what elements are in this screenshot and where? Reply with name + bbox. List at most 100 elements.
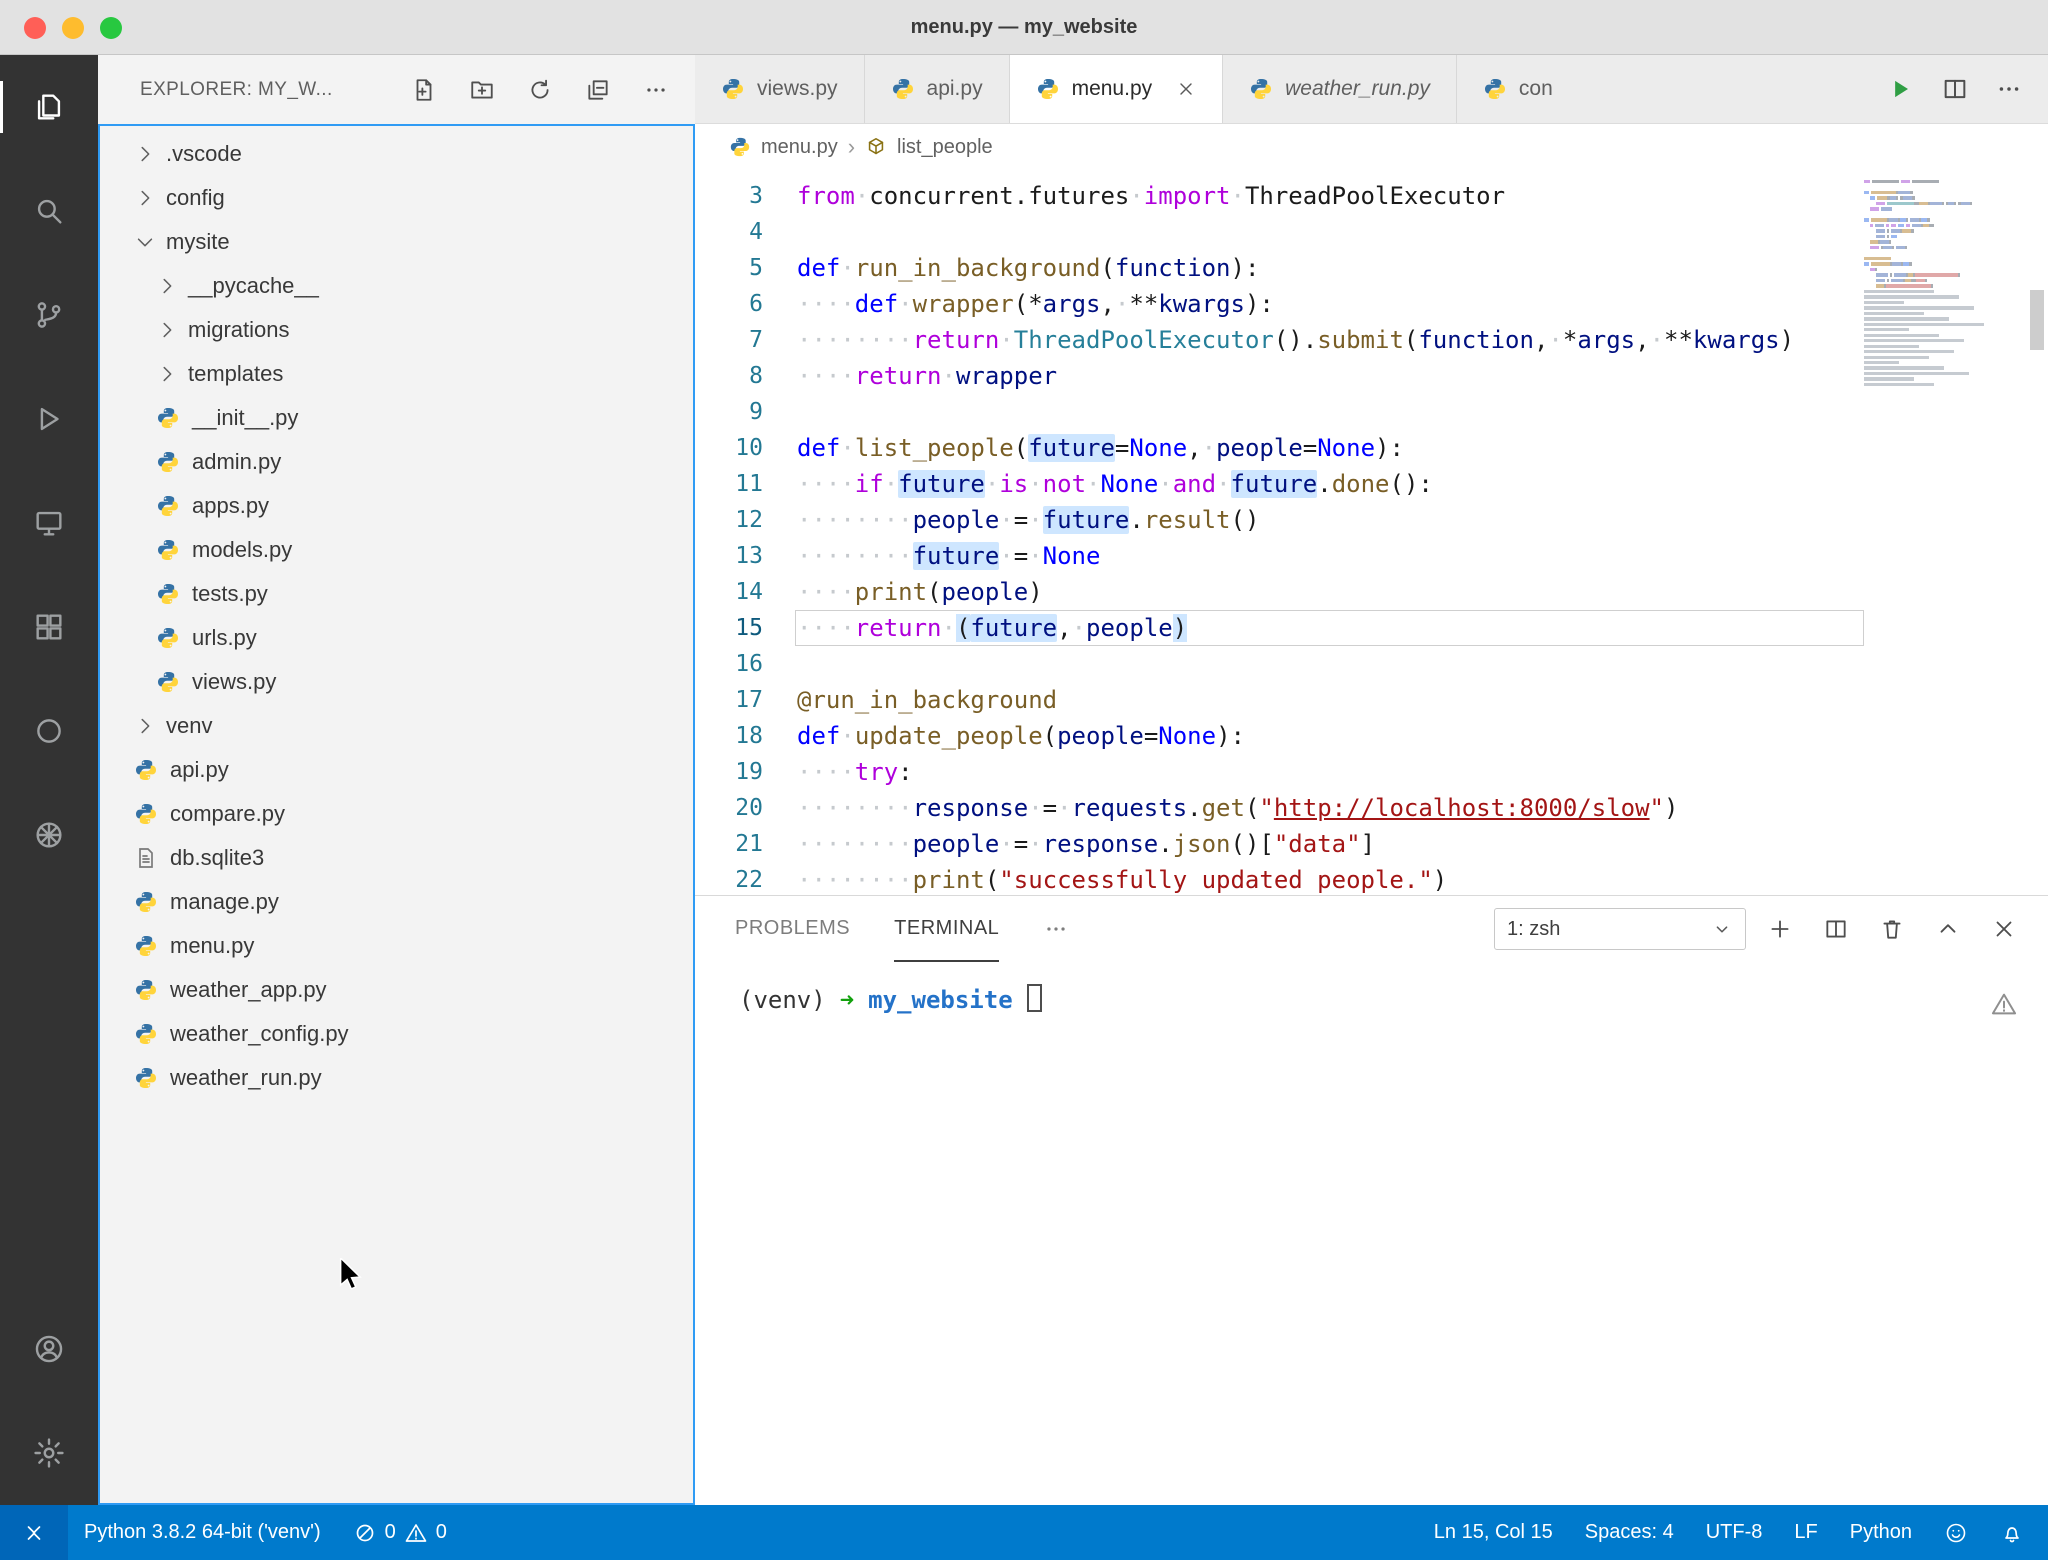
status-remote-window[interactable] xyxy=(0,1505,68,1560)
tree-item-compare.py[interactable]: compare.py xyxy=(100,792,693,836)
code-line-6[interactable]: 6····def·wrapper(*args,·**kwargs): xyxy=(695,286,1864,322)
tree-item-urls.py[interactable]: urls.py xyxy=(100,616,693,660)
status-eol[interactable]: LF xyxy=(1778,1505,1833,1560)
line-content[interactable]: ····return·wrapper xyxy=(795,358,1864,394)
tree-item-models.py[interactable]: models.py xyxy=(100,528,693,572)
tree-item-admin.py[interactable]: admin.py xyxy=(100,440,693,484)
close-tab-icon[interactable] xyxy=(1176,79,1196,99)
status-indentation[interactable]: Spaces: 4 xyxy=(1569,1505,1690,1560)
tree-item-weather_run.py[interactable]: weather_run.py xyxy=(100,1056,693,1100)
line-content[interactable]: from·concurrent.futures·import·ThreadPoo… xyxy=(795,178,1864,214)
line-content[interactable]: @run_in_background xyxy=(795,682,1864,718)
breadcrumb-symbol[interactable]: list_people xyxy=(897,136,993,159)
new-folder-button[interactable] xyxy=(455,67,509,113)
line-content[interactable]: ········future·=·None xyxy=(795,538,1864,574)
code-line-10[interactable]: 10def·list_people(future=None,·people=No… xyxy=(695,430,1864,466)
tree-item-config[interactable]: config xyxy=(100,176,693,220)
tree-item-mysite[interactable]: mysite xyxy=(100,220,693,264)
activity-item-circle-tool[interactable] xyxy=(0,679,98,783)
tab-weather_run.py[interactable]: weather_run.py xyxy=(1223,55,1457,123)
code-line-16[interactable]: 16 xyxy=(695,646,1864,682)
status-cursor-position[interactable]: Ln 15, Col 15 xyxy=(1418,1505,1569,1560)
line-content[interactable]: ····try: xyxy=(795,754,1864,790)
code-line-4[interactable]: 4 xyxy=(695,214,1864,250)
line-content[interactable]: ····return·(future,·people) xyxy=(795,610,1864,646)
code-line-17[interactable]: 17@run_in_background xyxy=(695,682,1864,718)
code-line-11[interactable]: 11····if·future·is·not·None·and·future.d… xyxy=(695,466,1864,502)
panel-tab-problems[interactable]: PROBLEMS xyxy=(735,896,850,962)
tree-item-weather_app.py[interactable]: weather_app.py xyxy=(100,968,693,1012)
zoom-window-button[interactable] xyxy=(100,17,122,39)
minimize-window-button[interactable] xyxy=(62,17,84,39)
tab-api.py[interactable]: api.py xyxy=(865,55,1010,123)
activity-item-extensions[interactable] xyxy=(0,575,98,679)
tree-item-migrations[interactable]: migrations xyxy=(100,308,693,352)
kill-terminal-button[interactable] xyxy=(1870,907,1914,951)
line-content[interactable] xyxy=(795,394,1864,430)
editor-scrollbar[interactable] xyxy=(2030,290,2044,350)
terminal[interactable]: (venv)➜my_website xyxy=(695,962,2048,1505)
code-line-15[interactable]: 15····return·(future,·people) xyxy=(695,610,1864,646)
breadcrumb-file[interactable]: menu.py xyxy=(761,136,838,159)
more-actions-button[interactable] xyxy=(629,67,683,113)
line-content[interactable]: ····print(people) xyxy=(795,574,1864,610)
run-python-file-button[interactable] xyxy=(1878,66,1924,112)
status-language-mode[interactable]: Python xyxy=(1834,1505,1928,1560)
status-notifications[interactable] xyxy=(1984,1505,2040,1560)
line-content[interactable]: ········people·=·response.json()["data"] xyxy=(795,826,1864,862)
code-line-20[interactable]: 20········response·=·requests.get("http:… xyxy=(695,790,1864,826)
code-line-14[interactable]: 14····print(people) xyxy=(695,574,1864,610)
line-content[interactable]: def·list_people(future=None,·people=None… xyxy=(795,430,1864,466)
line-content[interactable]: ········return·ThreadPoolExecutor().subm… xyxy=(795,322,1864,358)
line-content[interactable]: ········people·=·future.result() xyxy=(795,502,1864,538)
more-editor-actions-button[interactable] xyxy=(1986,66,2032,112)
terminal-shell-select[interactable]: 1: zsh xyxy=(1494,908,1746,950)
line-content[interactable] xyxy=(795,646,1864,682)
code-line-22[interactable]: 22········print("successfully updated pe… xyxy=(695,862,1864,895)
split-editor-button[interactable] xyxy=(1932,66,1978,112)
code-line-18[interactable]: 18def·update_people(people=None): xyxy=(695,718,1864,754)
tree-item-tests.py[interactable]: tests.py xyxy=(100,572,693,616)
minimap[interactable] xyxy=(1864,180,2014,388)
status-encoding[interactable]: UTF-8 xyxy=(1690,1505,1779,1560)
code-line-12[interactable]: 12········people·=·future.result() xyxy=(695,502,1864,538)
tree-item-venv[interactable]: venv xyxy=(100,704,693,748)
code-line-7[interactable]: 7········return·ThreadPoolExecutor().sub… xyxy=(695,322,1864,358)
activity-item-source-control[interactable] xyxy=(0,263,98,367)
activity-item-settings[interactable] xyxy=(0,1401,98,1505)
collapse-folders-button[interactable] xyxy=(571,67,625,113)
line-content[interactable]: ····def·wrapper(*args,·**kwargs): xyxy=(795,286,1864,322)
tree-item-__pycache__[interactable]: __pycache__ xyxy=(100,264,693,308)
new-terminal-button[interactable] xyxy=(1758,907,1802,951)
tab-views.py[interactable]: views.py xyxy=(695,55,865,123)
activity-item-explorer[interactable] xyxy=(0,55,98,159)
activity-item-run-debug[interactable] xyxy=(0,367,98,471)
code-line-9[interactable]: 9 xyxy=(695,394,1864,430)
line-content[interactable]: ····if·future·is·not·None·and·future.don… xyxy=(795,466,1864,502)
line-content[interactable]: def·update_people(people=None): xyxy=(795,718,1864,754)
activity-item-account[interactable] xyxy=(0,1297,98,1401)
code-line-3[interactable]: 3from·concurrent.futures·import·ThreadPo… xyxy=(695,178,1864,214)
status-feedback[interactable] xyxy=(1928,1505,1984,1560)
activity-item-remote-explorer[interactable] xyxy=(0,471,98,575)
line-content[interactable]: ········response·=·requests.get("http://… xyxy=(795,790,1864,826)
split-terminal-button[interactable] xyxy=(1814,907,1858,951)
code-line-13[interactable]: 13········future·=·None xyxy=(695,538,1864,574)
line-content[interactable]: def·run_in_background(function): xyxy=(795,250,1864,286)
panel-tab-terminal[interactable]: TERMINAL xyxy=(894,896,999,962)
tree-item-menu.py[interactable]: menu.py xyxy=(100,924,693,968)
maximize-panel-button[interactable] xyxy=(1926,907,1970,951)
tab-menu.py[interactable]: menu.py xyxy=(1010,55,1224,123)
refresh-explorer-button[interactable] xyxy=(513,67,567,113)
code-line-19[interactable]: 19····try: xyxy=(695,754,1864,790)
tree-item-.vscode[interactable]: .vscode xyxy=(100,132,693,176)
activity-item-search[interactable] xyxy=(0,159,98,263)
tree-item-manage.py[interactable]: manage.py xyxy=(100,880,693,924)
tree-item-__init__.py[interactable]: __init__.py xyxy=(100,396,693,440)
tab-con[interactable]: con xyxy=(1457,55,1579,123)
new-file-button[interactable] xyxy=(397,67,451,113)
tree-item-api.py[interactable]: api.py xyxy=(100,748,693,792)
panel-more-actions[interactable] xyxy=(1043,916,1069,942)
code-line-8[interactable]: 8····return·wrapper xyxy=(695,358,1864,394)
close-window-button[interactable] xyxy=(24,17,46,39)
